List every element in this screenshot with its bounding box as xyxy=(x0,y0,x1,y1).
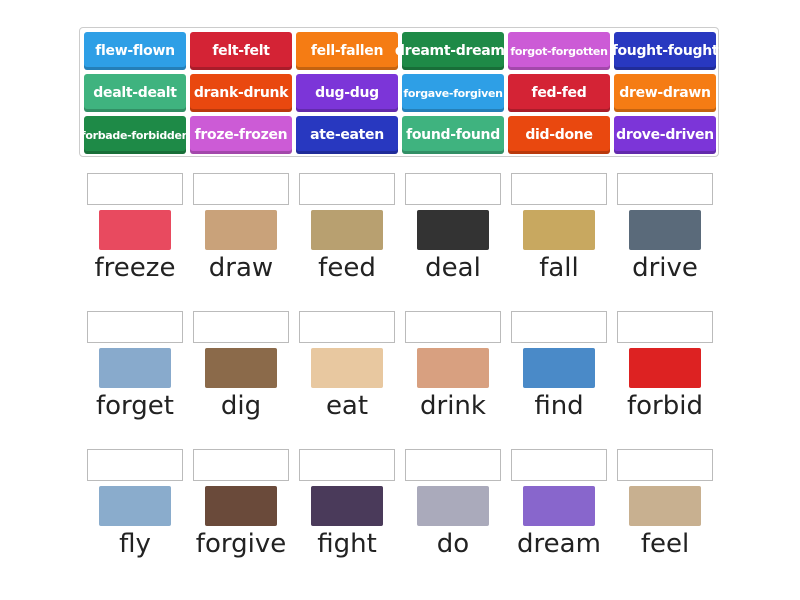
answer-tile[interactable]: dreamt-dreamt xyxy=(395,32,511,70)
word-label: fight xyxy=(317,529,377,559)
answer-tile[interactable]: forbade-forbidden xyxy=(81,116,189,154)
answer-tile[interactable]: drove-driven xyxy=(614,116,716,154)
forgetful-person-image xyxy=(99,348,171,388)
word-label: forgive xyxy=(195,529,287,559)
word-label: draw xyxy=(208,253,274,283)
word-label: drink xyxy=(420,391,486,421)
answer-tile[interactable]: froze-frozen xyxy=(190,116,292,154)
hug-image xyxy=(205,486,277,526)
drop-zone[interactable] xyxy=(405,311,501,343)
answer-tile[interactable]: forgave-forgiven xyxy=(402,74,504,112)
answer-tile[interactable]: drew-drawn xyxy=(614,74,716,112)
drop-zone[interactable] xyxy=(511,173,607,205)
answer-tile[interactable]: fed-fed xyxy=(508,74,610,112)
drop-zone[interactable] xyxy=(299,311,395,343)
www-search-image xyxy=(523,348,595,388)
drop-zone[interactable] xyxy=(87,173,183,205)
answer-tile[interactable]: dug-dug xyxy=(296,74,398,112)
answer-tile[interactable]: flew-flown xyxy=(84,32,186,70)
word-label: feel xyxy=(640,529,690,559)
homework-image xyxy=(417,486,489,526)
drop-zone[interactable] xyxy=(617,173,713,205)
drop-zone[interactable] xyxy=(193,311,289,343)
fighting-game-image xyxy=(311,486,383,526)
beach-happy-image xyxy=(629,486,701,526)
drop-zone[interactable] xyxy=(193,449,289,481)
word-label: feed xyxy=(318,253,376,283)
drop-zone[interactable] xyxy=(405,449,501,481)
digging-man-image xyxy=(205,348,277,388)
answer-tile[interactable]: felt-felt xyxy=(190,32,292,70)
word-label: fall xyxy=(539,253,579,283)
word-label: dream xyxy=(517,529,601,559)
word-label: forbid xyxy=(627,391,703,421)
word-label: eat xyxy=(325,391,369,421)
handshake-image xyxy=(417,210,489,250)
word-label: fly xyxy=(119,529,151,559)
feeding-chickens-image xyxy=(311,210,383,250)
answer-tile[interactable]: drank-drunk xyxy=(190,74,292,112)
answer-tile[interactable]: ate-eaten xyxy=(296,116,398,154)
word-label: find xyxy=(534,391,584,421)
word-label: forget xyxy=(96,391,174,421)
drop-zone[interactable] xyxy=(617,311,713,343)
word-label: do xyxy=(436,529,470,559)
word-label: deal xyxy=(425,253,481,283)
drop-zone[interactable] xyxy=(193,173,289,205)
drawing-dog-image xyxy=(205,210,277,250)
dream-cartoon-image xyxy=(523,486,595,526)
answer-tile[interactable]: forgot-forgotten xyxy=(508,32,610,70)
word-label: freeze xyxy=(94,253,176,283)
drop-zone[interactable] xyxy=(299,449,395,481)
drop-zone[interactable] xyxy=(299,173,395,205)
drop-zone[interactable] xyxy=(511,311,607,343)
drop-zone[interactable] xyxy=(511,449,607,481)
no-entry-sign-image xyxy=(629,348,701,388)
answer-tile[interactable]: fell-fallen xyxy=(296,32,398,70)
answer-tile[interactable]: found-found xyxy=(402,116,504,154)
answer-tile[interactable]: fought-fought xyxy=(612,32,719,70)
drop-zone[interactable] xyxy=(405,173,501,205)
answer-tile[interactable]: dealt-dealt xyxy=(84,74,186,112)
word-label: dig xyxy=(220,391,262,421)
answer-tile[interactable]: did-done xyxy=(508,116,610,154)
falling-stairs-image xyxy=(523,210,595,250)
word-label: drive xyxy=(632,253,698,283)
slush-drinks-image xyxy=(99,210,171,250)
airplane-image xyxy=(99,486,171,526)
drop-zone[interactable] xyxy=(87,311,183,343)
driving-car-image xyxy=(629,210,701,250)
drop-zone[interactable] xyxy=(617,449,713,481)
drop-zone[interactable] xyxy=(87,449,183,481)
children-drinking-image xyxy=(417,348,489,388)
baby-eating-image xyxy=(311,348,383,388)
